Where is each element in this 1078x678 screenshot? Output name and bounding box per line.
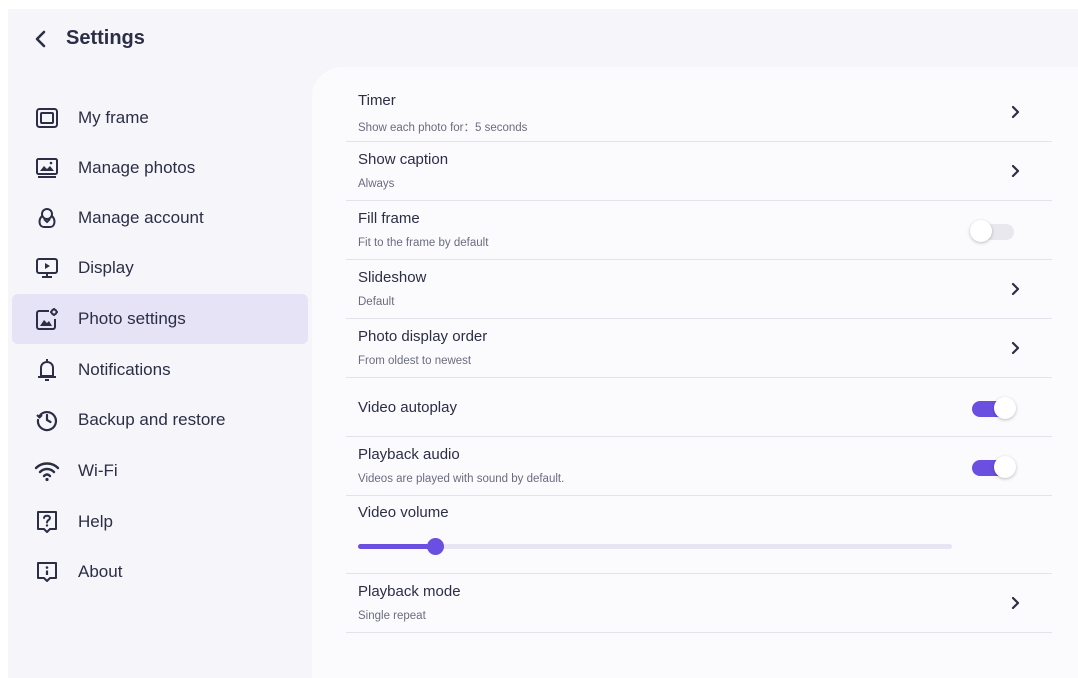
sidebar-item-label: Backup and restore (78, 410, 226, 429)
row-subtitle: Show each photo for：5 seconds (358, 122, 528, 134)
page-title: Settings (66, 27, 145, 49)
sidebar-item-label: Photo settings (78, 309, 186, 328)
frame-icon (34, 105, 60, 131)
show-caption-row[interactable]: Show caption Always (346, 142, 1052, 201)
row-subtitle: From oldest to newest (358, 355, 472, 367)
help-icon (34, 509, 60, 535)
display-icon (34, 255, 60, 281)
row-title: Playback audio (358, 446, 460, 463)
sidebar: My frame Manage photos Manage account Di… (8, 67, 312, 678)
row-title: Video volume (358, 504, 449, 521)
sidebar-item-display[interactable]: Display (12, 243, 308, 293)
video-autoplay-toggle[interactable] (972, 397, 1016, 419)
wifi-icon (34, 458, 60, 484)
sidebar-item-label: Manage photos (78, 158, 196, 177)
bell-icon (34, 357, 60, 383)
sidebar-item-about[interactable]: About (12, 547, 308, 597)
row-title: Slideshow (358, 269, 427, 286)
back-button[interactable] (30, 27, 52, 51)
sidebar-item-label: Notifications (78, 360, 171, 379)
row-subtitle: Always (358, 178, 395, 190)
sidebar-item-label: About (78, 562, 123, 581)
chevron-right-icon (1008, 105, 1022, 119)
row-title: Show caption (358, 151, 449, 168)
settings-app: Settings My frame Manage photos Manage a… (8, 9, 1078, 678)
backup-restore-icon (34, 407, 60, 433)
timer-row[interactable]: Timer Show each photo for：5 seconds (346, 83, 1052, 142)
chevron-right-icon (1008, 164, 1022, 178)
toggle-knob (970, 220, 992, 242)
header: Settings (8, 9, 1078, 67)
playback-audio-row: Playback audio Videos are played with so… (346, 437, 1052, 496)
fill-frame-toggle[interactable] (970, 220, 1016, 242)
chevron-right-icon (1008, 282, 1022, 296)
photo-settings-icon (34, 306, 60, 332)
video-volume-row: Video volume (346, 496, 1052, 574)
account-icon (34, 205, 60, 231)
sidebar-item-manage-account[interactable]: Manage account (12, 193, 308, 243)
playback-audio-toggle[interactable] (972, 456, 1016, 478)
sidebar-item-backup-restore[interactable]: Backup and restore (12, 395, 308, 445)
sidebar-item-wifi[interactable]: Wi-Fi (12, 446, 308, 496)
row-title: Timer (358, 92, 396, 109)
sidebar-item-label: Wi-Fi (78, 461, 118, 480)
video-autoplay-row: Video autoplay (346, 378, 1052, 437)
sidebar-item-manage-photos[interactable]: Manage photos (12, 143, 308, 193)
slider-rail (358, 544, 952, 549)
slideshow-row[interactable]: Slideshow Default (346, 260, 1052, 319)
row-title: Photo display order (358, 328, 488, 345)
sidebar-item-label: Help (78, 512, 113, 531)
sidebar-item-notifications[interactable]: Notifications (12, 345, 308, 395)
slider-thumb[interactable] (427, 538, 444, 555)
chevron-left-icon (35, 30, 46, 48)
photos-icon (34, 155, 60, 181)
playback-mode-row[interactable]: Playback mode Single repeat (346, 574, 1052, 633)
row-subtitle: Videos are played with sound by default. (358, 473, 565, 485)
row-title: Playback mode (358, 583, 461, 600)
photo-display-order-row[interactable]: Photo display order From oldest to newes… (346, 319, 1052, 378)
sidebar-item-my-frame[interactable]: My frame (12, 93, 308, 143)
sidebar-item-label: Manage account (78, 208, 204, 227)
chevron-right-icon (1008, 596, 1022, 610)
sidebar-item-photo-settings[interactable]: Photo settings (12, 294, 308, 344)
row-title: Video autoplay (358, 399, 457, 416)
video-volume-slider[interactable] (358, 536, 952, 556)
sidebar-item-label: Display (78, 258, 134, 277)
row-subtitle: Single repeat (358, 610, 426, 622)
sidebar-item-help[interactable]: Help (12, 497, 308, 547)
toggle-knob (994, 397, 1016, 419)
row-subtitle: Fit to the frame by default (358, 237, 489, 249)
slider-fill (358, 544, 435, 549)
toggle-knob (994, 456, 1016, 478)
row-subtitle: Default (358, 296, 395, 308)
photo-settings-panel: Timer Show each photo for：5 seconds Show… (312, 67, 1078, 678)
fill-frame-row: Fill frame Fit to the frame by default (346, 201, 1052, 260)
sidebar-item-label: My frame (78, 108, 149, 127)
row-title: Fill frame (358, 210, 420, 227)
chevron-right-icon (1008, 341, 1022, 355)
info-icon (34, 559, 60, 585)
